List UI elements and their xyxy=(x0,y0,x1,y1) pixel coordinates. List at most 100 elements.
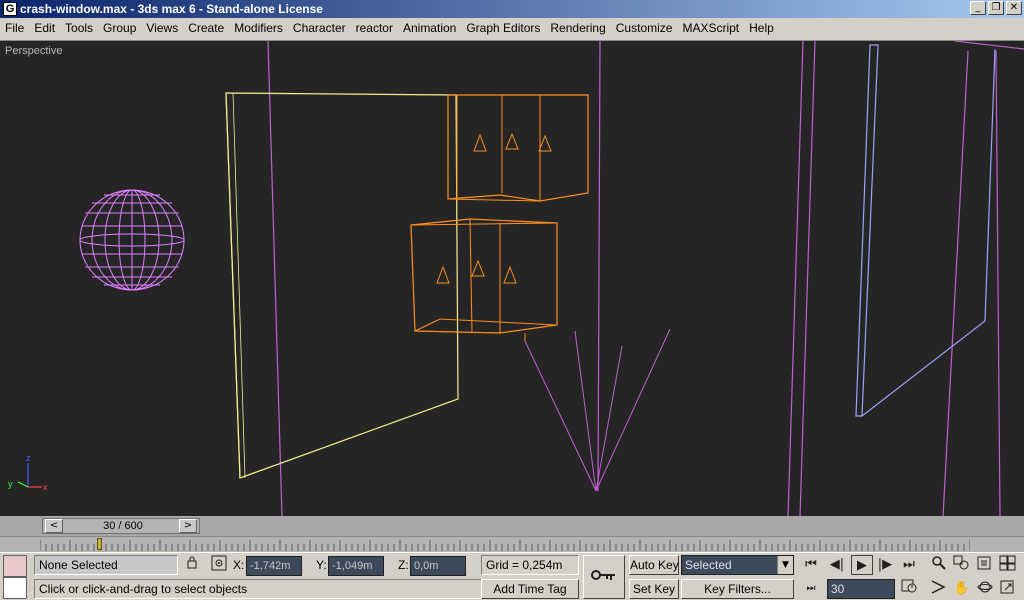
app-window: G crash-window.max - 3ds max 6 - Stand-a… xyxy=(0,0,1024,600)
window-controls: _ ❐ ✕ xyxy=(968,1,1022,15)
field-of-view-icon[interactable] xyxy=(928,579,950,599)
add-time-tag-button[interactable]: Add Time Tag xyxy=(481,579,579,599)
viewport-scene: z x y xyxy=(8,41,1024,516)
key-filters-button[interactable]: Key Filters... xyxy=(681,579,794,599)
menu-modifiers[interactable]: Modifiers xyxy=(229,18,288,38)
menu-animation[interactable]: Animation xyxy=(398,18,461,38)
scene-line xyxy=(597,41,601,492)
set-key-button[interactable]: Set Key xyxy=(629,579,679,599)
time-slider-bar: < 30 / 600 > xyxy=(0,516,1024,536)
viewport-label[interactable]: Perspective xyxy=(5,45,62,57)
menu-file[interactable]: File xyxy=(0,18,29,38)
scene-line xyxy=(799,41,816,516)
light-cone xyxy=(471,259,485,277)
title-bar: G crash-window.max - 3ds max 6 - Stand-a… xyxy=(0,0,1024,18)
selection-status: None Selected xyxy=(34,555,178,575)
time-config-icon[interactable] xyxy=(898,579,920,599)
chevron-down-icon: ▼ xyxy=(777,556,793,574)
restore-button[interactable]: ❐ xyxy=(988,1,1004,15)
key-icon xyxy=(591,568,617,587)
time-prev-button[interactable]: < xyxy=(45,519,63,533)
arc-rotate-icon[interactable] xyxy=(974,579,996,599)
menu-reactor[interactable]: reactor xyxy=(351,18,398,38)
yellow-plane xyxy=(225,92,459,479)
light-cone xyxy=(436,265,450,284)
maximize-viewport-icon[interactable] xyxy=(997,579,1019,599)
set-key-mode-button[interactable] xyxy=(583,555,625,599)
menu-maxscript[interactable]: MAXScript xyxy=(677,18,744,38)
scene-line xyxy=(942,50,969,516)
auto-key-button[interactable]: Auto Key xyxy=(629,555,679,575)
menu-help[interactable]: Help xyxy=(744,18,779,38)
spotlight-ray xyxy=(595,328,671,492)
menu-character[interactable]: Character xyxy=(288,18,351,38)
play-icon[interactable]: ▶ xyxy=(851,555,873,575)
perspective-viewport[interactable]: z x y Perspective xyxy=(0,40,1024,516)
goto-start-icon[interactable]: ⏮ xyxy=(800,555,822,575)
menu-rendering[interactable]: Rendering xyxy=(545,18,610,38)
time-next-button[interactable]: > xyxy=(179,519,197,533)
scene-line xyxy=(787,41,804,516)
prev-frame-icon[interactable]: ◀| xyxy=(826,555,848,575)
axis-z-label: z xyxy=(26,453,31,463)
scene-line xyxy=(954,41,1024,50)
track-ticks: /* ticks drawn below */ xyxy=(40,540,970,551)
light-cone xyxy=(538,134,552,152)
door-frame xyxy=(855,44,879,417)
z-coord-field[interactable]: 0,0m xyxy=(410,556,466,576)
light-cone xyxy=(503,265,517,284)
light-cone xyxy=(473,133,487,152)
key-mode-toggle-icon[interactable]: ⏭ xyxy=(800,579,822,599)
absolute-mode-icon[interactable] xyxy=(208,555,230,575)
time-slider-label: 30 / 600 xyxy=(103,520,143,532)
key-mode-select[interactable]: Selected ▼ xyxy=(681,555,794,575)
keyframe-marker[interactable] xyxy=(97,538,102,550)
app-logo-icon[interactable]: G xyxy=(3,2,17,16)
zoom-all-icon[interactable] xyxy=(951,555,973,575)
y-coord-field[interactable]: -1,049m xyxy=(328,556,384,576)
z-coord-label: Z: xyxy=(398,558,409,572)
x-coord-field[interactable]: -1,742m xyxy=(246,556,302,576)
menu-edit[interactable]: Edit xyxy=(29,18,60,38)
yellow-plane xyxy=(232,92,246,479)
scene-line xyxy=(267,41,283,516)
zoom-extents-all-icon[interactable] xyxy=(997,555,1019,575)
menu-tools[interactable]: Tools xyxy=(60,18,98,38)
current-frame-field[interactable]: 30 xyxy=(827,579,895,599)
yellow-plane xyxy=(225,92,241,479)
scene-line xyxy=(995,50,1001,516)
pan-hand-icon[interactable]: ✋ xyxy=(951,579,973,599)
menu-customize[interactable]: Customize xyxy=(611,18,678,38)
menu-group[interactable]: Group xyxy=(98,18,141,38)
max-listener-swatch-top[interactable] xyxy=(3,555,27,577)
axis-y-label: y xyxy=(8,479,13,489)
zoom-extents-icon[interactable] xyxy=(974,555,996,575)
y-coord-label: Y: xyxy=(316,558,327,572)
x-coord-label: X: xyxy=(233,558,245,572)
minimize-button[interactable]: _ xyxy=(970,1,986,15)
light-cone xyxy=(505,132,519,150)
next-frame-icon[interactable]: |▶ xyxy=(874,555,896,575)
lower-cabinet xyxy=(414,318,441,332)
grid-status: Grid = 0,254m xyxy=(481,555,579,575)
goto-end-icon[interactable]: ⏭ xyxy=(898,555,920,575)
status-panel: None Selected Click or click-and-drag to… xyxy=(0,552,1024,600)
menu-bar: File Edit Tools Group Views Create Modif… xyxy=(0,18,1024,38)
window-title: crash-window.max - 3ds max 6 - Stand-alo… xyxy=(20,2,323,16)
time-slider[interactable]: < 30 / 600 > xyxy=(42,518,200,534)
wire-sphere xyxy=(79,189,185,291)
menu-graph-editors[interactable]: Graph Editors xyxy=(461,18,545,38)
menu-views[interactable]: Views xyxy=(141,18,183,38)
spotlight-ray xyxy=(595,345,623,492)
max-listener-swatch-bottom[interactable] xyxy=(3,577,27,599)
spotlight-ray xyxy=(524,340,597,492)
axis-x-label: x xyxy=(43,482,48,492)
track-bar[interactable]: /* ticks drawn below */ xyxy=(0,536,1024,552)
spotlight-ray xyxy=(574,330,597,492)
door-frame xyxy=(861,48,996,417)
lock-icon[interactable] xyxy=(181,555,203,575)
axis-gizmo xyxy=(17,463,42,488)
close-button[interactable]: ✕ xyxy=(1006,1,1022,15)
zoom-icon[interactable] xyxy=(928,555,950,575)
menu-create[interactable]: Create xyxy=(183,18,229,38)
